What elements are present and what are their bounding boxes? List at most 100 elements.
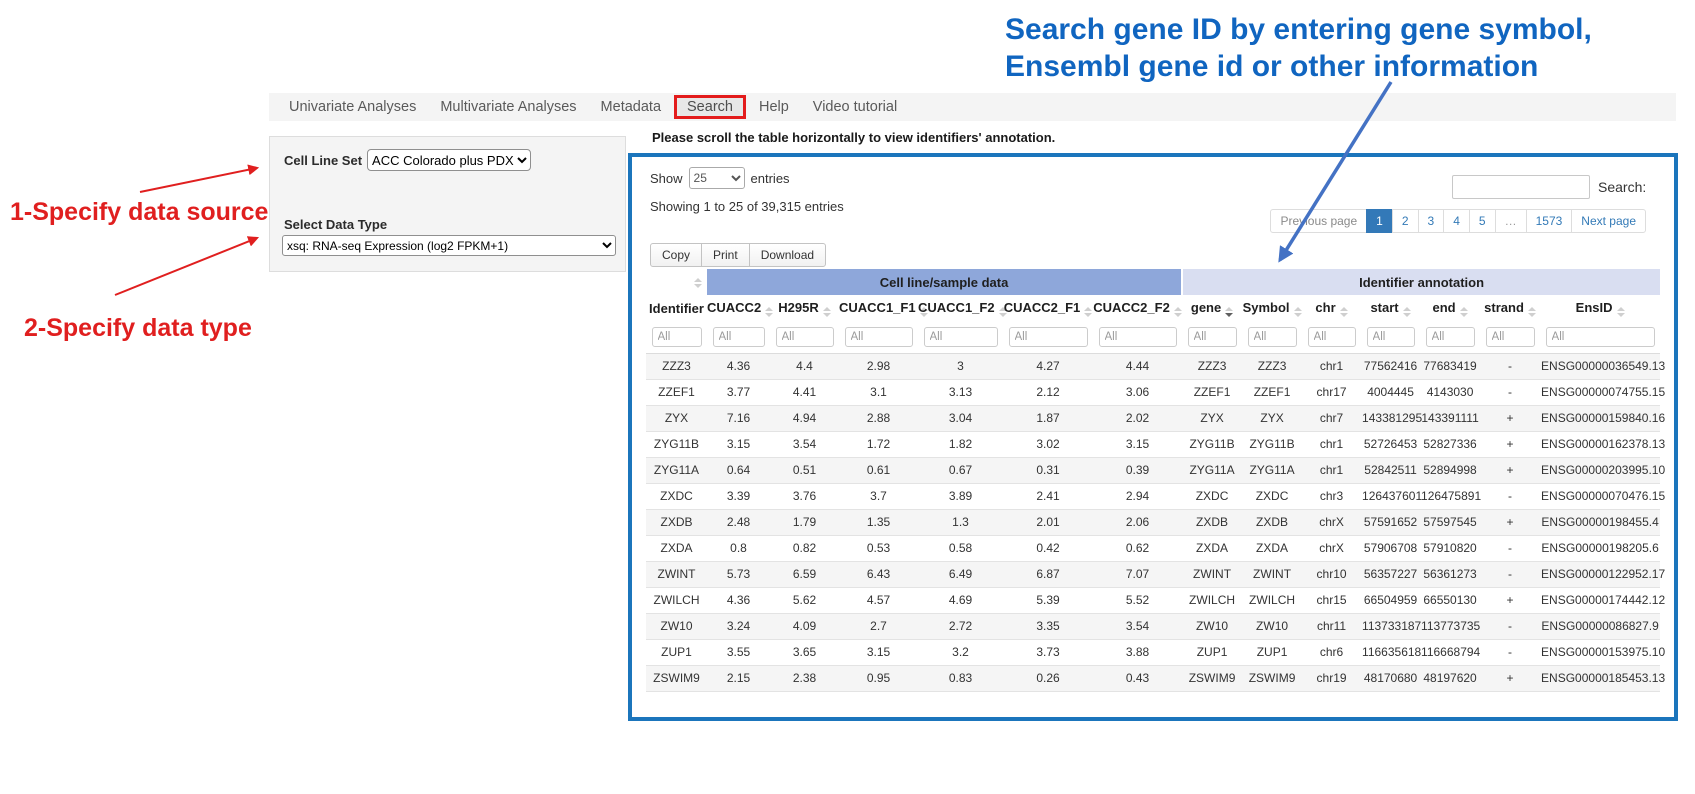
- cell-end: 57597545: [1420, 509, 1480, 535]
- filter-input-symbol[interactable]: [1248, 327, 1297, 347]
- cell-cuacc2: 3.77: [707, 379, 770, 405]
- column-header-chr[interactable]: chr: [1302, 295, 1361, 321]
- download-button[interactable]: Download: [749, 243, 826, 267]
- sort-icon: [1174, 307, 1182, 317]
- cell-end: 52827336: [1420, 431, 1480, 457]
- column-header-row: IdentifierCUACC2H295RCUACC1_F1CUACC1_F2C…: [646, 295, 1660, 321]
- pagination-page-2[interactable]: 2: [1392, 209, 1419, 233]
- search-input[interactable]: [1452, 175, 1590, 199]
- column-header-cuacc1-f2[interactable]: CUACC1_F2: [918, 295, 1003, 321]
- cell-line-set-select[interactable]: ACC Colorado plus PDX: [367, 149, 531, 171]
- group-header-identifier-annotation: Identifier annotation: [1182, 269, 1660, 295]
- column-header-identifier[interactable]: Identifier: [646, 295, 707, 321]
- pagination-page-1[interactable]: 1: [1366, 209, 1393, 233]
- identifier-group-corner[interactable]: [646, 269, 707, 295]
- cell-cuacc1-f1: 0.53: [839, 535, 918, 561]
- cell-h295r: 4.4: [770, 353, 839, 379]
- pagination-page-5[interactable]: 5: [1469, 209, 1496, 233]
- cell-cuacc2-f2: 4.44: [1093, 353, 1182, 379]
- cell-end: 48197620: [1420, 665, 1480, 691]
- column-header-gene[interactable]: gene: [1182, 295, 1242, 321]
- cell-gene: ZYG11B: [1182, 431, 1242, 457]
- filter-input-chr[interactable]: [1308, 327, 1356, 347]
- cell-chr: chr3: [1302, 483, 1361, 509]
- cell-gene: ZYG11A: [1182, 457, 1242, 483]
- cell-cuacc2: 2.48: [707, 509, 770, 535]
- cell-cuacc2-f2: 3.15: [1093, 431, 1182, 457]
- pagination-page-3[interactable]: 3: [1418, 209, 1445, 233]
- column-header-strand[interactable]: strand: [1480, 295, 1540, 321]
- column-header-cuacc1-f1[interactable]: CUACC1_F1: [839, 295, 918, 321]
- nav-tab-multivariate-analyses[interactable]: Multivariate Analyses: [429, 94, 587, 120]
- entries-label: entries: [751, 171, 790, 186]
- table-row-zup1: ZUP13.553.653.153.23.733.88ZUP1ZUP1chr61…: [646, 639, 1660, 665]
- nav-tab-metadata[interactable]: Metadata: [590, 94, 672, 120]
- column-header-ensid[interactable]: EnsID: [1540, 295, 1660, 321]
- filter-input-strand[interactable]: [1486, 327, 1535, 347]
- filter-input-h295r[interactable]: [776, 327, 834, 347]
- nav-tab-help[interactable]: Help: [748, 94, 800, 120]
- search-results-panel: Show 25 entries Showing 1 to 25 of 39,31…: [628, 153, 1678, 721]
- cell-symbol: ZW10: [1242, 613, 1302, 639]
- pagination-page-1573[interactable]: 1573: [1526, 209, 1573, 233]
- filter-input-end[interactable]: [1426, 327, 1475, 347]
- annotation-step1-note: 1-Specify data source: [10, 198, 268, 227]
- cell-cuacc1-f1: 2.98: [839, 353, 918, 379]
- cell-cuacc2-f2: 0.39: [1093, 457, 1182, 483]
- page-length-select[interactable]: 25: [689, 167, 745, 189]
- cell-h295r: 2.38: [770, 665, 839, 691]
- column-header-cuacc2[interactable]: CUACC2: [707, 295, 770, 321]
- nav-tab-search[interactable]: Search: [674, 95, 746, 119]
- cell-ensid: ENSG00000203995.10: [1540, 457, 1660, 483]
- pagination-previous-button[interactable]: Previous page: [1270, 209, 1367, 233]
- cell-identifier: ZZZ3: [646, 353, 707, 379]
- nav-tab-univariate-analyses[interactable]: Univariate Analyses: [278, 94, 427, 120]
- cell-strand: -: [1480, 561, 1540, 587]
- nav-tab-video-tutorial[interactable]: Video tutorial: [802, 94, 908, 120]
- cell-cuacc2: 3.15: [707, 431, 770, 457]
- filter-input-cuacc2[interactable]: [713, 327, 765, 347]
- cell-h295r: 0.51: [770, 457, 839, 483]
- filter-input-gene[interactable]: [1188, 327, 1237, 347]
- cell-cuacc1-f1: 0.95: [839, 665, 918, 691]
- cell-identifier: ZWINT: [646, 561, 707, 587]
- print-button[interactable]: Print: [701, 243, 750, 267]
- filter-input-cuacc2-f2[interactable]: [1099, 327, 1177, 347]
- cell-cuacc2: 3.39: [707, 483, 770, 509]
- copy-button[interactable]: Copy: [650, 243, 702, 267]
- cell-start: 57591652: [1361, 509, 1420, 535]
- cell-ensid: ENSG00000162378.13: [1540, 431, 1660, 457]
- sort-icon: [1528, 307, 1536, 317]
- column-header-symbol[interactable]: Symbol: [1242, 295, 1302, 321]
- sort-icon: [765, 307, 773, 317]
- filter-input-ensid[interactable]: [1546, 327, 1655, 347]
- sort-icon: [1294, 307, 1302, 317]
- filter-input-start[interactable]: [1367, 327, 1415, 347]
- filter-input-cuacc1-f1[interactable]: [845, 327, 913, 347]
- column-header-cuacc2-f1[interactable]: CUACC2_F1: [1003, 295, 1093, 321]
- cell-symbol: ZWILCH: [1242, 587, 1302, 613]
- column-header-cuacc2-f2[interactable]: CUACC2_F2: [1093, 295, 1182, 321]
- column-header-start[interactable]: start: [1361, 295, 1420, 321]
- cell-symbol: ZXDA: [1242, 535, 1302, 561]
- filter-cell-strand: [1480, 321, 1540, 353]
- group-header-row: Cell line/sample data Identifier annotat…: [646, 269, 1660, 295]
- cell-cuacc1-f2: 3.2: [918, 639, 1003, 665]
- pagination-next-button[interactable]: Next page: [1571, 209, 1646, 233]
- filter-input-identifier[interactable]: [652, 327, 702, 347]
- cell-end: 66550130: [1420, 587, 1480, 613]
- cell-chr: chrX: [1302, 535, 1361, 561]
- cell-cuacc2-f1: 0.31: [1003, 457, 1093, 483]
- column-header-end[interactable]: end: [1420, 295, 1480, 321]
- cell-chr: chr15: [1302, 587, 1361, 613]
- column-header-h295r[interactable]: H295R: [770, 295, 839, 321]
- cell-start: 52842511: [1361, 457, 1420, 483]
- data-type-select[interactable]: xsq: RNA-seq Expression (log2 FPKM+1): [282, 235, 616, 256]
- cell-chr: chr7: [1302, 405, 1361, 431]
- filter-input-cuacc2-f1[interactable]: [1009, 327, 1088, 347]
- pagination-page-4[interactable]: 4: [1443, 209, 1470, 233]
- cell-gene: ZWILCH: [1182, 587, 1242, 613]
- filter-input-cuacc1-f2[interactable]: [924, 327, 998, 347]
- cell-cuacc2: 3.55: [707, 639, 770, 665]
- cell-h295r: 4.41: [770, 379, 839, 405]
